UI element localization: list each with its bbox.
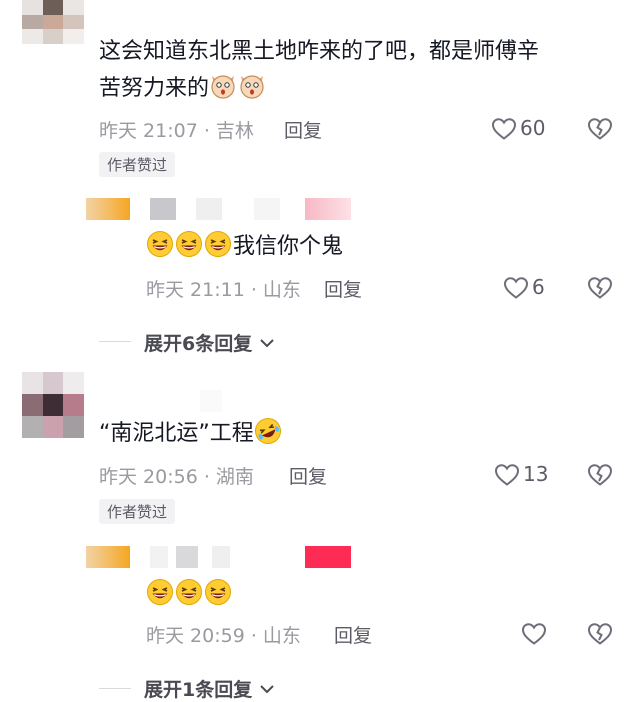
comment-text-quote: “南泥北运” (99, 421, 210, 446)
surprised-cat-emoji-icon (238, 72, 266, 100)
avatar[interactable] (22, 372, 84, 438)
reply-meta: 昨天 21:11 · 山东 (146, 279, 301, 301)
laughing-emoji-icon (146, 578, 174, 606)
reply-avatar-username[interactable] (86, 546, 130, 568)
comment-text-line1: 这会知道东北黑土地咋来的了吧，都是师傅辛 (99, 39, 540, 64)
comment-text-wrap: “南泥北运”工程 (99, 417, 283, 450)
laughing-emoji-icon (146, 230, 174, 258)
reply-button[interactable]: 回复 (289, 462, 327, 489)
expand-label: 展开6条回复 (144, 333, 253, 355)
reply-button[interactable]: 回复 (334, 621, 372, 648)
surprised-cat-emoji-icon (209, 72, 237, 100)
expand-replies-button[interactable]: 展开1条回复 (144, 675, 275, 702)
rolling-laughing-emoji-icon (254, 417, 282, 445)
chevron-down-icon (259, 677, 275, 699)
laughing-emoji-icon (175, 578, 203, 606)
reply-avatar-username[interactable] (86, 198, 130, 220)
reply-button[interactable]: 回复 (284, 116, 322, 143)
heart-outline-icon[interactable] (503, 276, 529, 300)
laughing-emoji-icon (204, 578, 232, 606)
broken-heart-icon[interactable] (587, 463, 613, 487)
like-count: 60 (520, 116, 546, 140)
comment-text-line2: 苦努力来的 (99, 76, 210, 101)
laughing-emoji-icon (204, 230, 232, 258)
like-count: 13 (523, 462, 549, 486)
reply-meta: 昨天 20:59 · 山东 (146, 625, 301, 647)
like-count: 6 (532, 275, 545, 299)
comment-text-rest: 工程 (209, 421, 254, 446)
comment-meta: 昨天 20:56 · 湖南 (99, 466, 254, 488)
laughing-emoji-icon (175, 230, 203, 258)
expand-replies-button[interactable]: 展开6条回复 (144, 329, 275, 356)
comment-text: 这会知道东北黑土地咋来的了吧，都是师傅辛 (99, 36, 539, 68)
reply-text-wrap (146, 578, 233, 611)
author-liked-badge: 作者赞过 (99, 499, 176, 524)
avatar[interactable] (22, 0, 84, 44)
divider (99, 341, 131, 342)
heart-outline-icon[interactable] (491, 117, 517, 141)
expand-label: 展开1条回复 (144, 679, 253, 701)
reply-button[interactable]: 回复 (324, 275, 362, 302)
reply-text: 我信你个鬼 (233, 234, 344, 259)
divider (99, 688, 131, 689)
heart-outline-icon[interactable] (494, 463, 520, 487)
comment-meta: 昨天 21:07 · 吉林 (99, 120, 254, 142)
broken-heart-icon[interactable] (587, 276, 613, 300)
reply-text-wrap: 我信你个鬼 (146, 230, 343, 263)
chevron-down-icon (259, 331, 275, 353)
broken-heart-icon[interactable] (587, 117, 613, 141)
author-liked-badge: 作者赞过 (99, 152, 176, 177)
heart-outline-icon[interactable] (521, 622, 547, 646)
comment-text-line2-wrap: 苦努力来的 (99, 72, 267, 105)
broken-heart-icon[interactable] (587, 622, 613, 646)
